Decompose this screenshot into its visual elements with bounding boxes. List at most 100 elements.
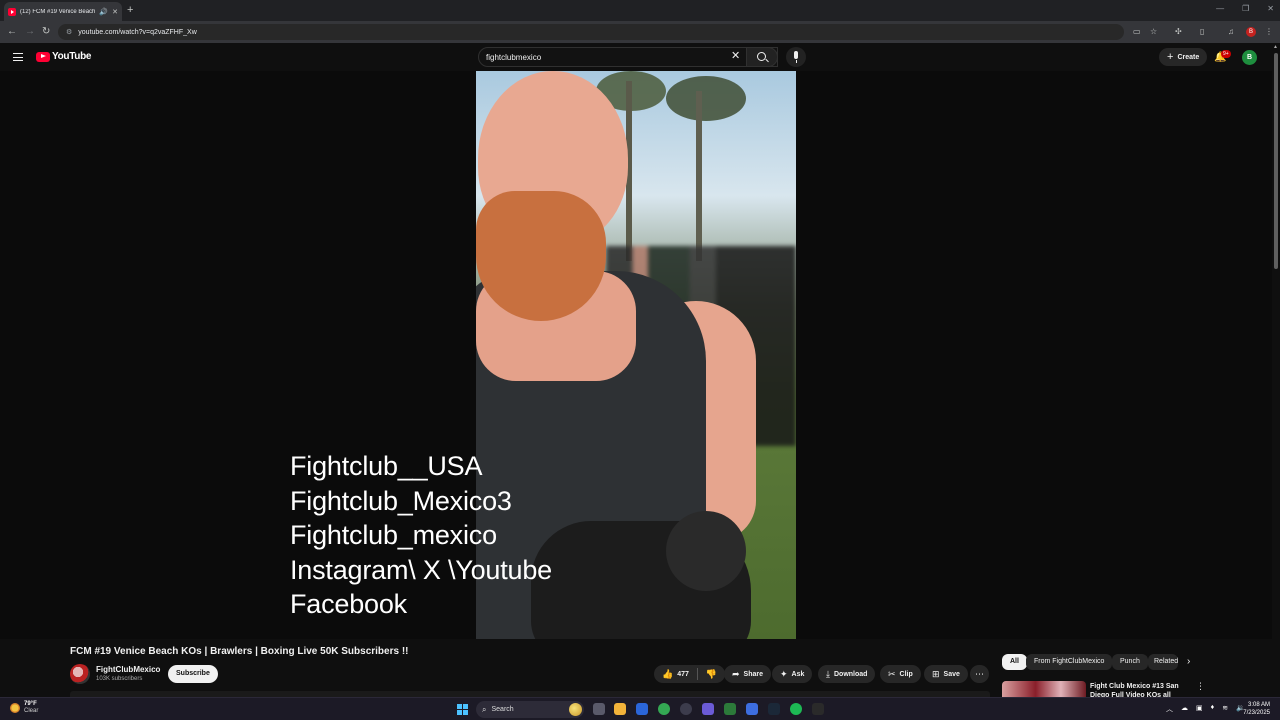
weather-widget[interactable]: 79°F Clear	[10, 701, 38, 715]
create-button[interactable]: + Create	[1159, 48, 1208, 66]
overlay-line: Fightclub_Mexico3	[290, 485, 512, 516]
chip-related[interactable]: Related	[1148, 654, 1178, 670]
plus-icon: +	[1167, 51, 1174, 63]
app-icon[interactable]	[812, 703, 824, 715]
minimize-icon[interactable]: —	[1216, 4, 1224, 13]
extensions-icon[interactable]: ✣	[1175, 26, 1182, 38]
recommendation-thumbnail[interactable]	[1002, 681, 1086, 697]
overlay-line: Instagram\ X \Youtube	[290, 554, 552, 585]
chevron-right-icon[interactable]: ›	[1187, 657, 1190, 667]
clock-date: 7/23/2025	[1243, 710, 1270, 716]
file-explorer-icon[interactable]	[614, 703, 626, 715]
nvidia-icon[interactable]	[724, 703, 736, 715]
chrome-menu-icon[interactable]: ⋮	[1265, 26, 1273, 38]
video-title: FCM #19 Venice Beach KOs | Brawlers | Bo…	[70, 646, 409, 657]
browser-tab[interactable]: (12) FCM #19 Venice Beach KOs | Brawlers…	[4, 2, 122, 21]
create-label: Create	[1177, 53, 1200, 61]
fighter-beard	[476, 191, 606, 321]
weather-condition: Clear	[24, 708, 39, 714]
chrome-icon[interactable]	[658, 703, 670, 715]
channel-avatar[interactable]	[70, 664, 90, 684]
subscribe-button[interactable]: Subscribe	[168, 665, 218, 683]
thumbs-down-icon[interactable]: 👎	[706, 669, 717, 679]
app-icon[interactable]	[680, 703, 692, 715]
page-scrollbar[interactable]: ▲	[1272, 43, 1280, 697]
hamburger-menu-icon[interactable]	[13, 53, 23, 61]
like-dislike-group: 👍 477 👎	[654, 665, 726, 683]
maximize-icon[interactable]: ❐	[1242, 4, 1249, 13]
youtube-logo[interactable]: YouTube	[36, 51, 92, 62]
wifi-icon[interactable]: ≋	[1222, 704, 1228, 714]
search-button[interactable]	[746, 47, 778, 67]
spotify-icon[interactable]	[790, 703, 802, 715]
tray-overflow-icon[interactable]: ︿	[1166, 704, 1173, 714]
task-view-icon[interactable]	[593, 703, 605, 715]
scissors-icon: ✂	[888, 668, 896, 679]
search-highlight-icon	[569, 703, 582, 716]
taskbar-search-label: Search	[491, 706, 514, 713]
media-controls-icon[interactable]: ♫	[1228, 26, 1234, 38]
youtube-header: YouTube fightclubmexico ✕ + Create 🔔	[0, 43, 1272, 71]
like-divider	[696, 668, 698, 680]
app-icon[interactable]	[746, 703, 758, 715]
side-panel-icon[interactable]: ▯	[1200, 26, 1204, 38]
more-actions-button[interactable]: ⋯	[970, 665, 989, 683]
notification-badge: 9+	[1221, 50, 1231, 58]
weather-temperature: 79°F	[24, 701, 37, 707]
chip-from-channel[interactable]: From FightClubMexico	[1026, 654, 1113, 670]
url-text: youtube.com/watch?v=q2vaZFHF_Xw	[78, 28, 197, 36]
boxing-glove	[666, 511, 746, 591]
video-player[interactable]: Fightclub__USA Fightclub_Mexico3 Fightcl…	[0, 71, 1272, 639]
forward-icon[interactable]: →	[25, 25, 35, 39]
chip-punch[interactable]: Punch	[1112, 654, 1148, 670]
account-avatar[interactable]: B	[1242, 50, 1257, 65]
bookmark-star-icon[interactable]: ☆	[1150, 26, 1157, 38]
chip-all[interactable]: All	[1002, 654, 1027, 670]
back-icon[interactable]: ←	[7, 25, 17, 39]
share-arrow-icon: ➦	[732, 668, 740, 679]
reload-icon[interactable]: ↻	[42, 25, 50, 39]
search-clear-icon[interactable]: ✕	[731, 50, 740, 63]
overlay-line: Fightclub__USA	[290, 451, 483, 481]
steam-icon[interactable]	[768, 703, 780, 715]
address-bar[interactable]: ⚙ youtube.com/watch?v=q2vaZFHF_Xw	[58, 24, 1124, 40]
share-button[interactable]: ➦ Share	[724, 665, 772, 683]
windows-start-icon[interactable]	[457, 704, 468, 715]
speaker-icon[interactable]: 🔊	[99, 8, 108, 16]
download-button[interactable]: ⤓ Download	[818, 665, 876, 683]
thumbs-up-icon[interactable]: 👍	[662, 669, 673, 679]
window-controls: — ❐ ✕	[1216, 4, 1274, 13]
tray-app-icon[interactable]: ♦	[1211, 704, 1215, 714]
voice-search-mic-icon[interactable]	[786, 47, 806, 67]
discord-icon[interactable]	[702, 703, 714, 715]
tray-app-icon[interactable]: ☁	[1181, 704, 1188, 714]
tab-close-icon[interactable]: ✕	[112, 8, 118, 16]
window-close-icon[interactable]: ✕	[1267, 4, 1274, 13]
download-label: Download	[833, 670, 868, 678]
search-input-value: fightclubmexico	[486, 52, 542, 62]
taskbar-search[interactable]: ⌕ Search	[476, 701, 584, 718]
ask-button[interactable]: ✦ Ask	[772, 665, 813, 683]
profile-avatar[interactable]: B	[1246, 27, 1256, 37]
palm-trunk-decoration	[696, 91, 702, 261]
channel-name[interactable]: FightClubMexico	[96, 665, 160, 674]
like-count[interactable]: 477	[677, 671, 689, 678]
scrollbar-thumb[interactable]	[1274, 53, 1278, 269]
taskbar-clock[interactable]: 3:08 AM 7/23/2025	[1238, 701, 1270, 717]
new-tab-button[interactable]: +	[127, 4, 133, 16]
tray-app-icon[interactable]: ▣	[1196, 704, 1203, 714]
site-info-icon[interactable]: ⚙	[66, 28, 72, 36]
save-button[interactable]: ⊞ Save	[924, 665, 968, 683]
recommendation-more-icon[interactable]: ⋮	[1196, 681, 1205, 692]
app-icon[interactable]	[636, 703, 648, 715]
browser-tab-strip: (12) FCM #19 Venice Beach KOs | Brawlers…	[0, 0, 1280, 21]
more-horizontal-icon: ⋯	[975, 668, 984, 679]
cast-icon[interactable]: ▭	[1133, 26, 1141, 38]
clip-button[interactable]: ✂ Clip	[880, 665, 921, 683]
tab-title: (12) FCM #19 Venice Beach KOs | Brawlers…	[20, 8, 96, 15]
recommendation-title[interactable]: Fight Club Mexico #13 San Diego Full Vid…	[1090, 682, 1190, 697]
sparkle-icon: ✦	[780, 668, 788, 679]
save-label: Save	[943, 670, 960, 678]
download-icon: ⤓	[826, 668, 830, 679]
scroll-up-icon[interactable]: ▲	[1273, 44, 1278, 50]
